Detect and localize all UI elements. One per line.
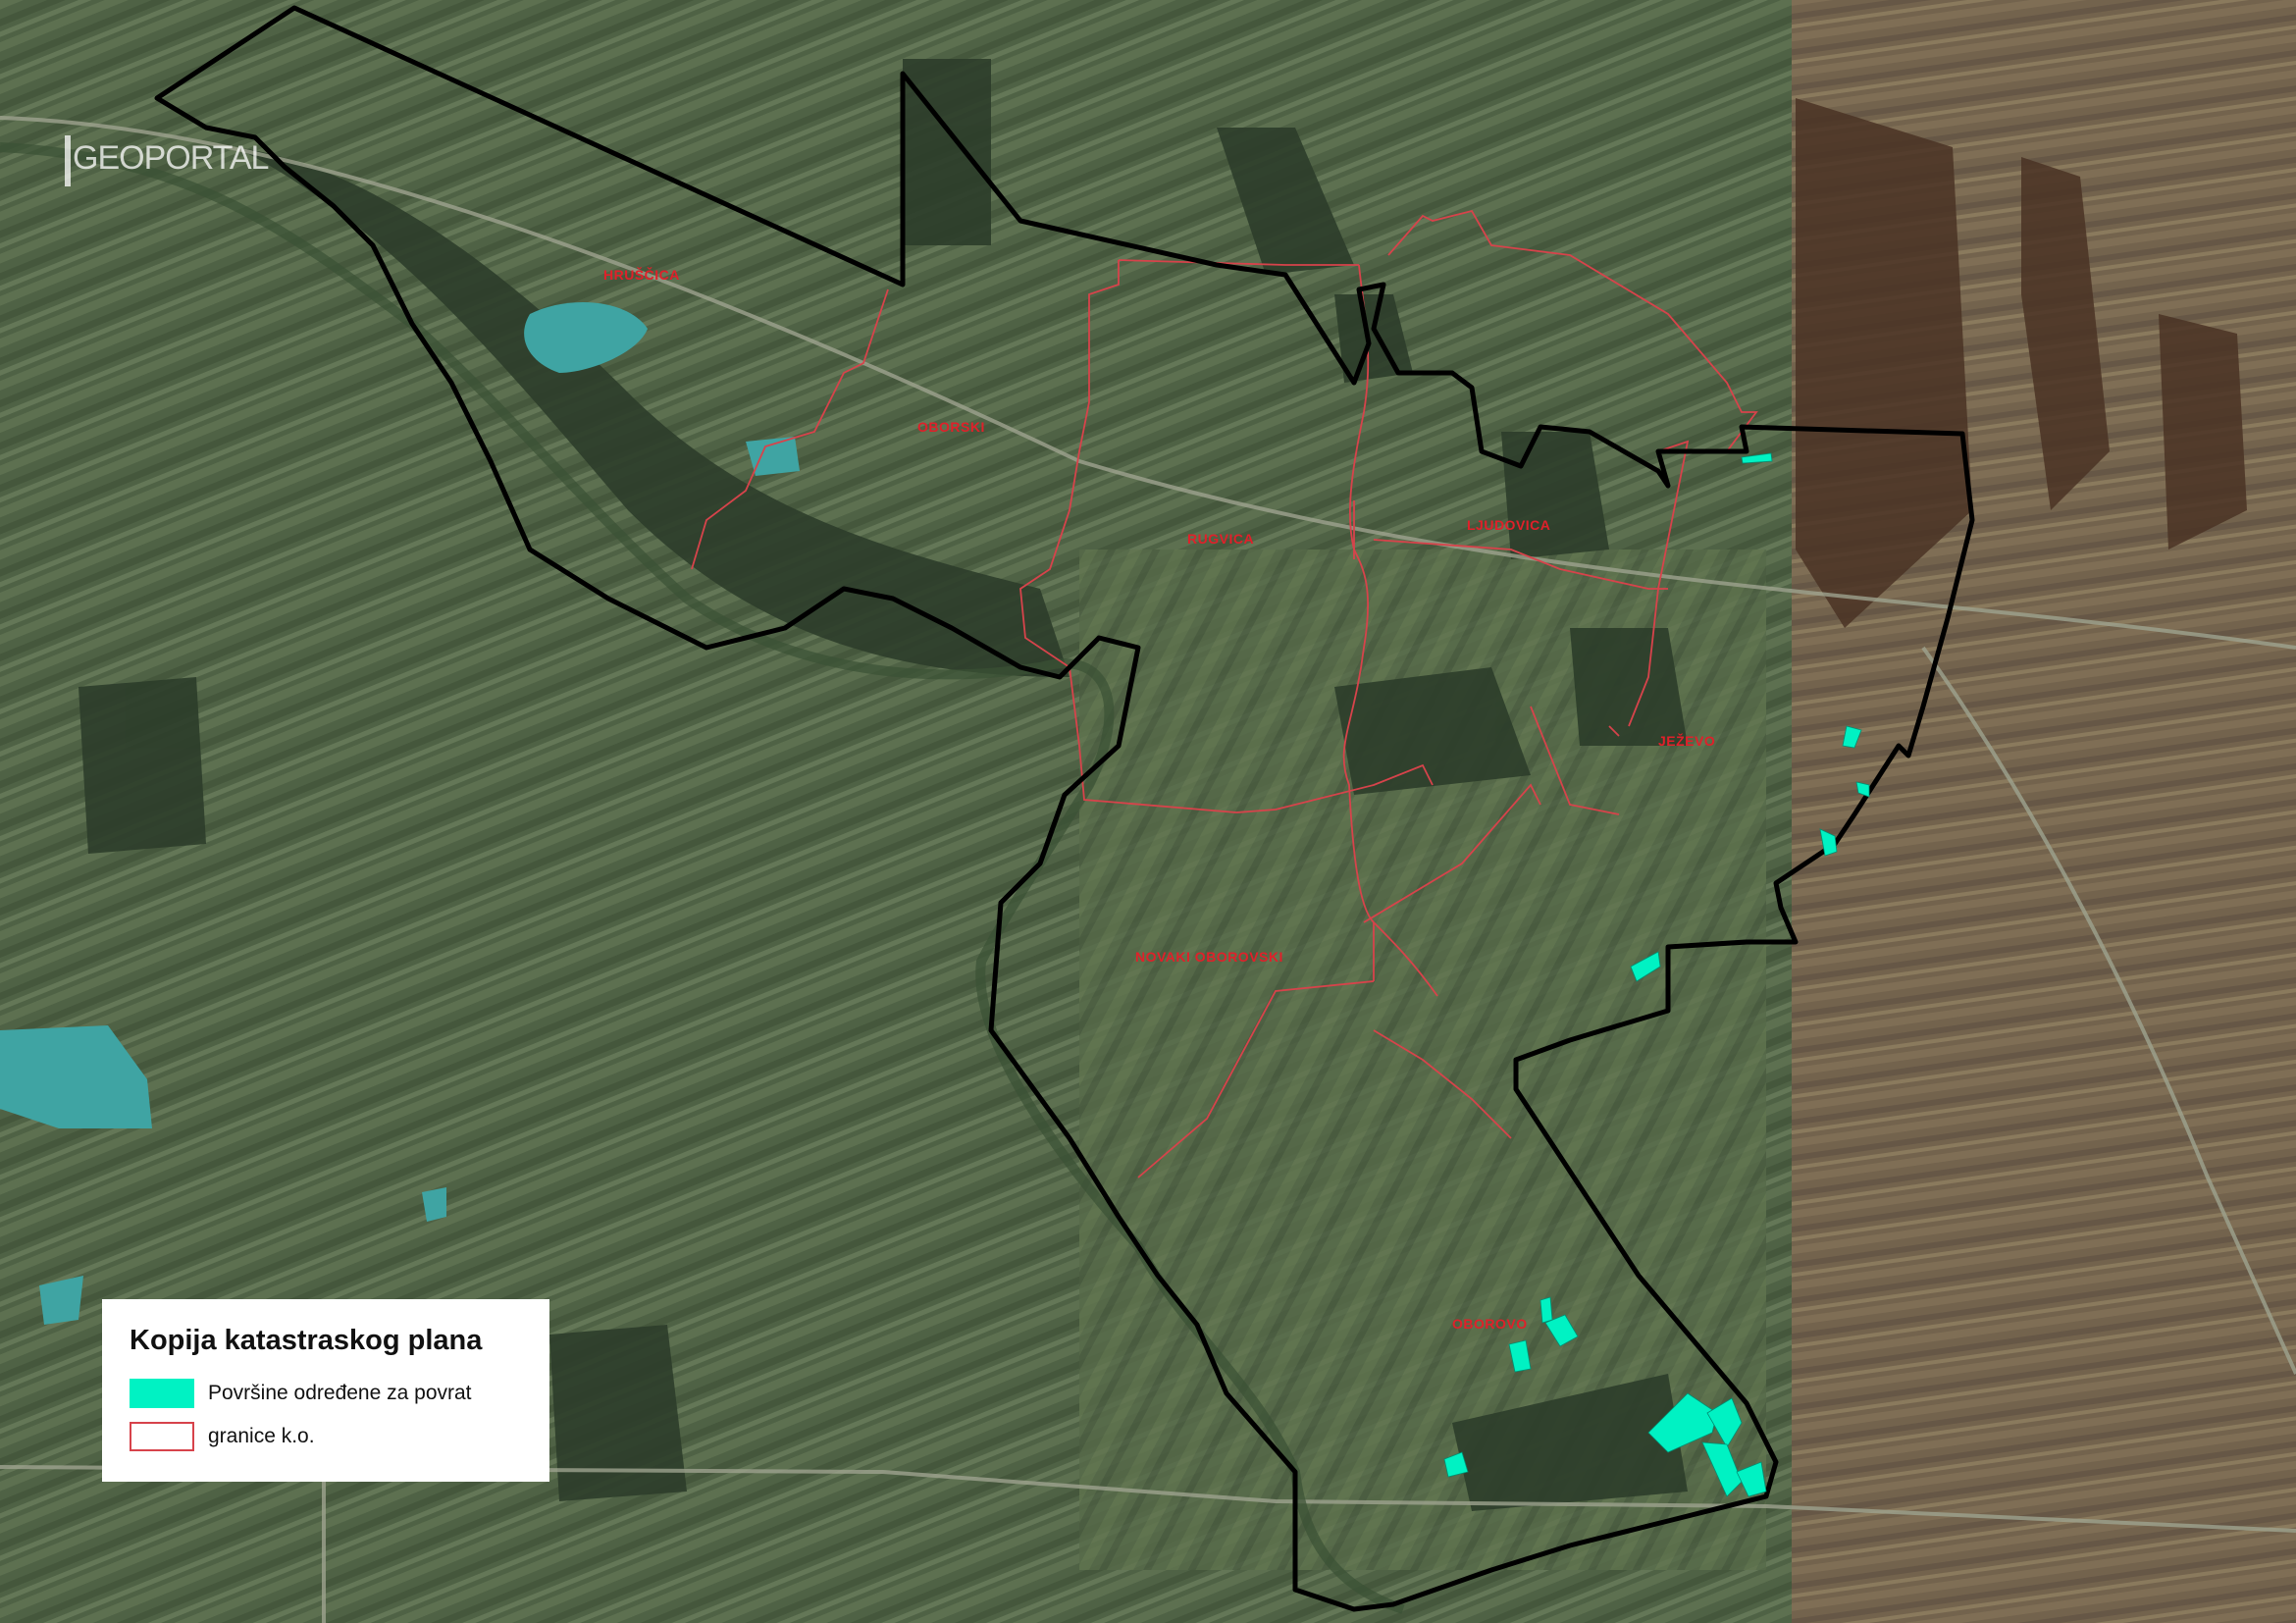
place-label-hruscica: HRUŠČICA (603, 266, 680, 283)
legend-label-cadastral-boundaries: granice k.o. (208, 1425, 315, 1447)
legend-swatch-cadastral-boundaries (130, 1422, 194, 1451)
legend-swatch-return-areas (130, 1379, 194, 1408)
place-label-oborski: OBORSKI (917, 419, 985, 435)
watermark-icon (65, 135, 71, 186)
place-label-oborovo: OBOROVO (1452, 1316, 1528, 1332)
map-legend: Kopija katastraskog plana Površine određ… (102, 1299, 549, 1482)
legend-item-cadastral-boundaries: granice k.o. (130, 1420, 549, 1453)
legend-label-return-areas: Površine određene za povrat (208, 1382, 472, 1404)
watermark-text: GEOPORTAL (73, 139, 269, 177)
place-label-novaki-oborovski: NOVAKI OBOROVSKI (1135, 949, 1283, 965)
legend-title: Kopija katastraskog plana (130, 1325, 483, 1356)
place-label-jezevo: JEŽEVO (1658, 732, 1715, 749)
legend-item-return-areas: Površine određene za povrat (130, 1377, 549, 1410)
place-label-ljudovica: LJUDOVICA (1467, 517, 1550, 533)
place-label-rugvica: RUGVICA (1187, 531, 1254, 547)
